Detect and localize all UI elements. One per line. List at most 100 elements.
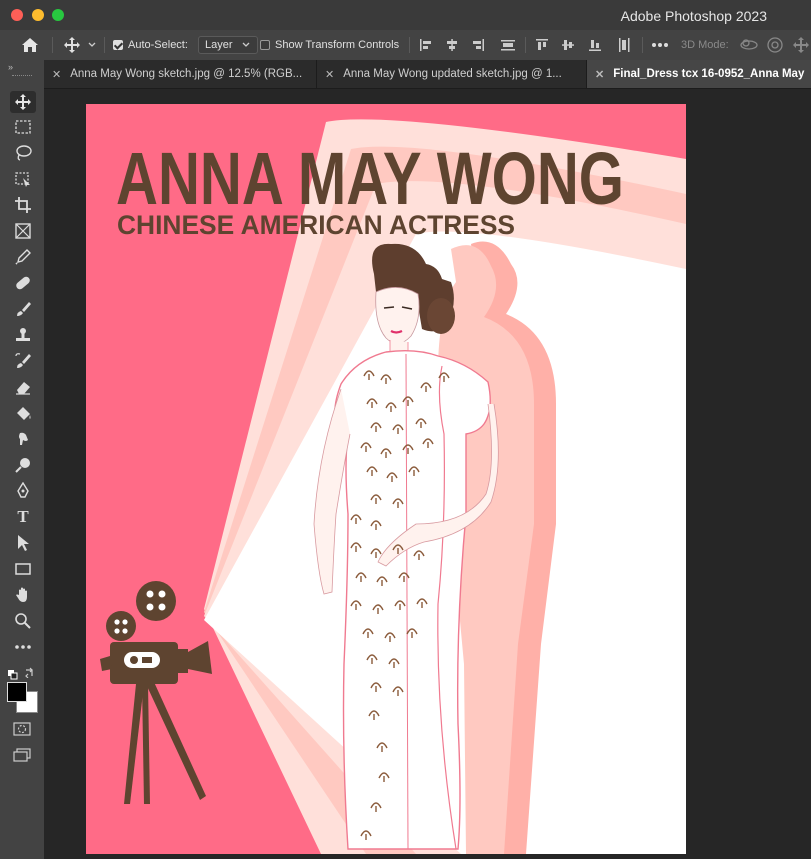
minimize-window-button[interactable] xyxy=(32,9,44,21)
healing-brush-button[interactable] xyxy=(10,272,36,294)
clone-stamp-button[interactable] xyxy=(10,324,36,346)
distribute-vertical-button[interactable] xyxy=(500,30,516,60)
chevron-down-icon xyxy=(242,42,249,47)
crop-button[interactable] xyxy=(10,194,36,216)
document-artboard[interactable]: ANNA MAY WONG CHINESE AMERICAN ACTRESS xyxy=(86,104,686,854)
auto-select-dropdown[interactable]: Layer xyxy=(198,30,258,60)
rectangular-marquee-icon xyxy=(15,120,31,134)
eraser-button[interactable] xyxy=(10,376,36,398)
brush-icon xyxy=(17,302,31,316)
more-tools-button[interactable] xyxy=(10,636,36,658)
quick-mask-button[interactable] xyxy=(13,722,31,741)
close-tab-icon[interactable]: ✕ xyxy=(52,68,61,81)
eyedropper-button[interactable] xyxy=(10,246,36,268)
quick-mask-icon xyxy=(13,722,31,736)
lasso-button[interactable] xyxy=(10,142,36,164)
align-right-button[interactable] xyxy=(471,30,485,60)
frame-icon xyxy=(15,223,31,239)
align-top-icon xyxy=(536,39,548,50)
more-tools-icon xyxy=(15,645,31,649)
tools-panel: » T xyxy=(0,60,45,859)
align-bottom-button[interactable] xyxy=(588,30,602,60)
dodge-icon xyxy=(15,458,30,473)
history-brush-button[interactable] xyxy=(10,350,36,372)
show-transform-label: Show Transform Controls xyxy=(275,39,400,51)
zoom-button[interactable] xyxy=(10,610,36,632)
document-tab[interactable]: ✕ Anna May Wong sketch.jpg @ 12.5% (RGB.… xyxy=(44,60,317,88)
align-hcenter-button[interactable] xyxy=(445,30,459,60)
align-top-button[interactable] xyxy=(535,30,549,60)
align-right-icon xyxy=(473,39,484,51)
zoom-icon xyxy=(15,613,31,629)
frame-button[interactable] xyxy=(10,220,36,242)
auto-select-checkbox[interactable]: Auto-Select: xyxy=(113,30,188,60)
align-bottom-icon xyxy=(589,40,601,51)
pen-icon xyxy=(17,482,29,498)
poster-title: ANNA MAY WONG xyxy=(116,137,624,220)
history-brush-icon xyxy=(15,353,31,368)
move-tool-button[interactable] xyxy=(10,91,36,113)
distribute-horizontal-button[interactable] xyxy=(617,30,631,60)
options-bar: Auto-Select: Layer Show Transform Contro… xyxy=(0,30,811,61)
more-dots-icon xyxy=(652,43,668,47)
document-tab-label: Anna May Wong sketch.jpg @ 12.5% (RGB... xyxy=(70,68,303,80)
rectangle-shape-icon xyxy=(15,563,31,575)
document-tab-bar: ✕ Anna May Wong sketch.jpg @ 12.5% (RGB.… xyxy=(44,60,811,89)
screen-mode-icon xyxy=(13,748,31,762)
swap-colors-button[interactable] xyxy=(24,665,36,683)
collapse-panel-icon[interactable]: » xyxy=(8,62,13,72)
distribute-horizontal-icon xyxy=(619,38,630,52)
home-icon xyxy=(22,38,38,52)
move-arrows-icon xyxy=(64,37,80,53)
close-tab-icon[interactable]: ✕ xyxy=(595,68,604,81)
document-tab[interactable]: ✕ Anna May Wong updated sketch.jpg @ 1..… xyxy=(317,60,587,88)
document-tab-active[interactable]: ✕ Final_Dress tcx 16-0952_Anna May xyxy=(587,60,811,88)
zoom-window-button[interactable] xyxy=(52,9,64,21)
auto-select-check[interactable] xyxy=(113,40,123,50)
foreground-color-swatch[interactable] xyxy=(7,682,27,702)
rectangle-shape-button[interactable] xyxy=(10,558,36,580)
close-tab-icon[interactable]: ✕ xyxy=(325,68,334,81)
type-button[interactable]: T xyxy=(10,506,36,528)
paint-bucket-button[interactable] xyxy=(10,402,36,424)
3d-roll-icon xyxy=(767,37,783,53)
show-transform-check[interactable] xyxy=(260,40,270,50)
type-icon: T xyxy=(17,507,29,526)
3d-orbit-button[interactable] xyxy=(739,30,759,60)
3d-roll-button[interactable] xyxy=(766,30,784,60)
smudge-button[interactable] xyxy=(10,428,36,450)
dodge-button[interactable] xyxy=(10,454,36,476)
brush-button[interactable] xyxy=(10,298,36,320)
more-options-button[interactable] xyxy=(651,30,669,60)
path-selection-icon xyxy=(18,535,29,551)
3d-pan-button[interactable] xyxy=(792,30,810,60)
3d-pan-icon xyxy=(793,37,809,53)
screen-mode-button[interactable] xyxy=(13,748,31,767)
align-vcenter-button[interactable] xyxy=(561,30,575,60)
align-left-icon xyxy=(420,39,431,51)
poster-subtitle: CHINESE AMERICAN ACTRESS xyxy=(117,210,515,240)
move-tool-preset[interactable] xyxy=(63,30,97,60)
lasso-icon xyxy=(16,145,32,161)
home-button[interactable] xyxy=(20,30,40,60)
app-title: Adobe Photoshop 2023 xyxy=(620,8,767,24)
path-selection-button[interactable] xyxy=(10,532,36,554)
align-vertical-center-icon xyxy=(562,40,574,50)
hand-icon xyxy=(16,587,27,602)
pen-button[interactable] xyxy=(10,480,36,502)
rectangular-marquee-button[interactable] xyxy=(10,116,36,138)
close-window-button[interactable] xyxy=(11,9,23,21)
default-colors-icon xyxy=(8,670,18,680)
object-selection-icon xyxy=(15,172,30,187)
crop-icon xyxy=(15,197,31,213)
document-tab-label: Final_Dress tcx 16-0952_Anna May xyxy=(613,68,805,80)
hand-button[interactable] xyxy=(10,584,36,606)
show-transform-controls-checkbox[interactable]: Show Transform Controls xyxy=(260,30,399,60)
document-tab-label: Anna May Wong updated sketch.jpg @ 1... xyxy=(343,68,562,80)
3d-mode-label: 3D Mode: xyxy=(681,39,729,51)
align-left-button[interactable] xyxy=(419,30,433,60)
poster-artwork: ANNA MAY WONG CHINESE AMERICAN ACTRESS xyxy=(86,104,686,854)
title-bar: Adobe Photoshop 2023 xyxy=(0,0,811,31)
object-selection-button[interactable] xyxy=(10,168,36,190)
smudge-icon xyxy=(19,432,28,445)
